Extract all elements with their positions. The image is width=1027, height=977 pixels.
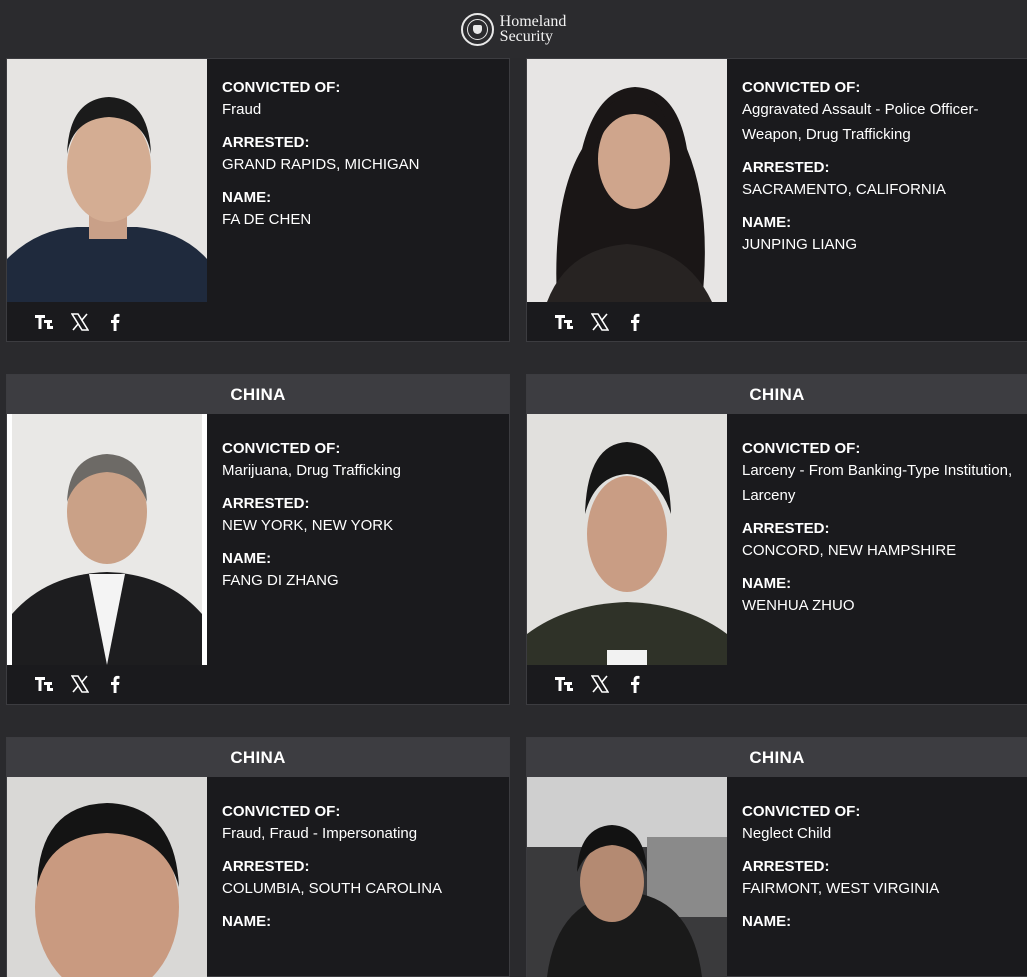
convicted-value: Aggravated Assault - Police Officer-Weap… <box>742 101 979 143</box>
profile-card: CHINA CONVICTED OF: Neglect Child ARREST… <box>526 737 1027 977</box>
country-header: CHINA <box>7 738 509 777</box>
profile-card: CONVICTED OF: Aggravated Assault - Polic… <box>526 58 1027 342</box>
arrested-label: ARRESTED: <box>742 159 830 176</box>
name-label: NAME: <box>222 550 272 567</box>
facebook-icon[interactable] <box>105 674 124 693</box>
arrested-value: FAIRMONT, WEST VIRGINIA <box>742 880 940 897</box>
convicted-label: CONVICTED OF: <box>742 79 861 96</box>
convicted-value: Larceny - From Banking-Type Institution,… <box>742 462 1013 504</box>
convicted-value: Marijuana, Drug Trafficking <box>222 462 401 479</box>
logo-line-2: Security <box>499 28 553 45</box>
facebook-icon[interactable] <box>105 312 124 331</box>
country-header: CHINA <box>7 375 509 414</box>
convicted-value: Fraud, Fraud - Impersonating <box>222 825 418 842</box>
convicted-label: CONVICTED OF: <box>742 803 861 820</box>
profile-card: CHINA CONVICTED OF: Larceny - From Banki… <box>526 374 1027 705</box>
mugshot-photo <box>527 59 727 302</box>
arrested-label: ARRESTED: <box>222 858 310 875</box>
convicted-value: Fraud <box>222 101 262 118</box>
name-value: FANG DI ZHANG <box>222 572 339 589</box>
arrested-value: COLUMBIA, SOUTH CAROLINA <box>222 880 443 897</box>
name-label: NAME: <box>742 575 792 592</box>
logo-line-1: Homeland <box>499 13 567 30</box>
mugshot-photo <box>527 414 727 665</box>
arrested-label: ARRESTED: <box>222 134 310 151</box>
arrested-value: GRAND RAPIDS, MICHIGAN <box>222 156 420 173</box>
name-value: JUNPING LIANG <box>742 236 858 253</box>
name-value: WENHUA ZHUO <box>742 597 855 614</box>
name-label: NAME: <box>742 913 792 930</box>
profile-card: CONVICTED OF: Fraud ARRESTED: GRAND RAPI… <box>6 58 510 342</box>
truth-social-icon[interactable] <box>35 312 54 331</box>
truth-social-icon[interactable] <box>555 674 574 693</box>
mugshot-photo <box>7 59 207 302</box>
facebook-icon[interactable] <box>625 312 644 331</box>
x-icon[interactable] <box>590 674 609 693</box>
mugshot-photo <box>7 414 207 665</box>
convicted-label: CONVICTED OF: <box>742 440 861 457</box>
dhs-seal-icon <box>460 12 494 46</box>
convicted-label: CONVICTED OF: <box>222 803 341 820</box>
top-bar: Homeland Security <box>0 0 1027 58</box>
x-icon[interactable] <box>70 674 89 693</box>
name-label: NAME: <box>742 214 792 231</box>
facebook-icon[interactable] <box>625 674 644 693</box>
profile-card: CHINA CONVICTED OF: Fraud, Fraud - Imper… <box>6 737 510 977</box>
arrested-value: CONCORD, NEW HAMPSHIRE <box>742 542 957 559</box>
convicted-label: CONVICTED OF: <box>222 79 341 96</box>
arrested-label: ARRESTED: <box>742 858 830 875</box>
country-header: CHINA <box>527 375 1027 414</box>
name-value: FA DE CHEN <box>222 211 312 228</box>
arrested-label: ARRESTED: <box>742 520 830 537</box>
arrested-value: NEW YORK, NEW YORK <box>222 517 394 534</box>
convicted-value: Neglect Child <box>742 825 832 842</box>
dhs-logo[interactable]: Homeland Security <box>460 12 567 46</box>
convicted-label: CONVICTED OF: <box>222 440 341 457</box>
name-label: NAME: <box>222 913 272 930</box>
x-icon[interactable] <box>590 312 609 331</box>
name-label: NAME: <box>222 189 272 206</box>
mugshot-photo <box>7 777 207 977</box>
arrested-label: ARRESTED: <box>222 495 310 512</box>
truth-social-icon[interactable] <box>35 674 54 693</box>
arrested-value: SACRAMENTO, CALIFORNIA <box>742 181 946 198</box>
mugshot-photo <box>527 777 727 977</box>
truth-social-icon[interactable] <box>555 312 574 331</box>
profile-card: CHINA CONVICTED OF: Marijuana, Drug Traf… <box>6 374 510 705</box>
country-header: CHINA <box>527 738 1027 777</box>
x-icon[interactable] <box>70 312 89 331</box>
